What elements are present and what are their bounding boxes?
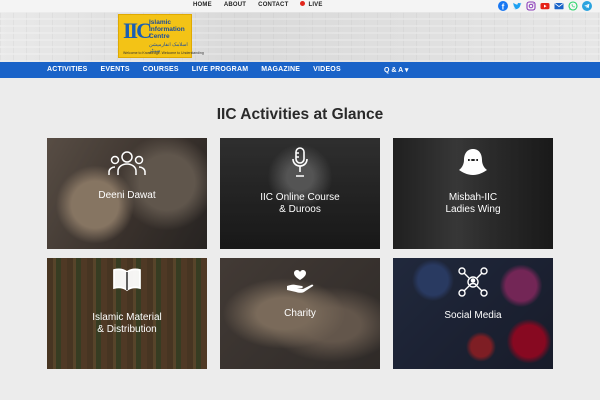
social-links: f bbox=[498, 1, 592, 11]
nav-live-program[interactable]: LIVE PROGRAM bbox=[192, 66, 248, 73]
activity-card-islamic-material[interactable]: Islamic Material & Distribution bbox=[47, 258, 207, 369]
network-icon bbox=[457, 266, 489, 303]
section-title: IIC Activities at Glance bbox=[216, 106, 384, 123]
activity-card-deeni-dawat[interactable]: Deeni Dawat bbox=[47, 138, 207, 249]
nav-live-link[interactable]: LIVE bbox=[300, 1, 323, 9]
nav-home-link[interactable]: HOME bbox=[193, 2, 212, 8]
nav-contact-link[interactable]: CONTACT bbox=[258, 2, 288, 8]
live-label: LIVE bbox=[308, 2, 323, 9]
card-label: Deeni Dawat bbox=[98, 190, 156, 201]
heart-hand-icon bbox=[285, 268, 315, 299]
nav-videos[interactable]: VIDEOS bbox=[313, 66, 341, 73]
nav-about-link[interactable]: ABOUT bbox=[224, 2, 246, 8]
activity-card-online-course[interactable]: IIC Online Course & Duroos bbox=[220, 138, 380, 249]
nav-activities[interactable]: ACTIVITIES bbox=[47, 66, 88, 73]
logo-line-2: Information bbox=[149, 26, 185, 33]
card-label: Social Media bbox=[444, 310, 502, 321]
nav-courses[interactable]: COURSES bbox=[143, 66, 179, 73]
top-bar: HOME ABOUT CONTACT LIVE f bbox=[0, 0, 600, 12]
facebook-icon[interactable]: f bbox=[498, 1, 508, 11]
card-label: Islamic Material & Distribution bbox=[92, 312, 162, 335]
card-label: Charity bbox=[284, 308, 316, 319]
svg-text:f: f bbox=[502, 2, 505, 11]
main-nav: ACTIVITIES EVENTS COURSES LIVE PROGRAM M… bbox=[0, 62, 600, 78]
people-icon bbox=[108, 150, 146, 181]
whatsapp-icon[interactable] bbox=[568, 1, 578, 11]
card-label: IIC Online Course & Duroos bbox=[260, 192, 340, 215]
youtube-icon[interactable] bbox=[540, 1, 550, 11]
nav-qa-dropdown[interactable]: Q & A ▾ bbox=[384, 66, 408, 74]
nav-magazine[interactable]: MAGAZINE bbox=[261, 66, 300, 73]
nav-events[interactable]: EVENTS bbox=[101, 66, 130, 73]
telegram-icon[interactable] bbox=[582, 1, 592, 11]
site-header: IIC Islamic Information Centre اسلامک ان… bbox=[0, 12, 600, 62]
logo-mark: IIC bbox=[123, 18, 152, 43]
logo-text: Islamic Information Centre bbox=[149, 19, 185, 40]
main-nav-items: ACTIVITIES EVENTS COURSES LIVE PROGRAM M… bbox=[47, 66, 354, 73]
activity-card-ladies-wing[interactable]: Misbah-IIC Ladies Wing bbox=[393, 138, 553, 249]
card-label: Misbah-IIC Ladies Wing bbox=[445, 192, 501, 215]
veiled-woman-icon bbox=[458, 148, 488, 181]
top-nav: HOME ABOUT CONTACT LIVE bbox=[193, 1, 335, 9]
instagram-icon[interactable] bbox=[526, 1, 536, 11]
book-icon bbox=[113, 268, 141, 297]
activity-card-social-media[interactable]: Social Media bbox=[393, 258, 553, 369]
logo-line-3: Centre bbox=[149, 33, 170, 40]
logo-tagline: Welcome to Knowledge. Welcome to Underst… bbox=[123, 51, 204, 55]
email-icon[interactable] bbox=[554, 1, 564, 11]
logo-line-1: Islamic bbox=[149, 19, 172, 26]
site-logo[interactable]: IIC Islamic Information Centre اسلامک ان… bbox=[118, 14, 204, 58]
twitter-icon[interactable] bbox=[512, 1, 522, 11]
activity-card-charity[interactable]: Charity bbox=[220, 258, 380, 369]
live-dot-icon bbox=[300, 1, 306, 6]
microphone-icon bbox=[291, 147, 309, 182]
header-pattern bbox=[0, 12, 600, 62]
